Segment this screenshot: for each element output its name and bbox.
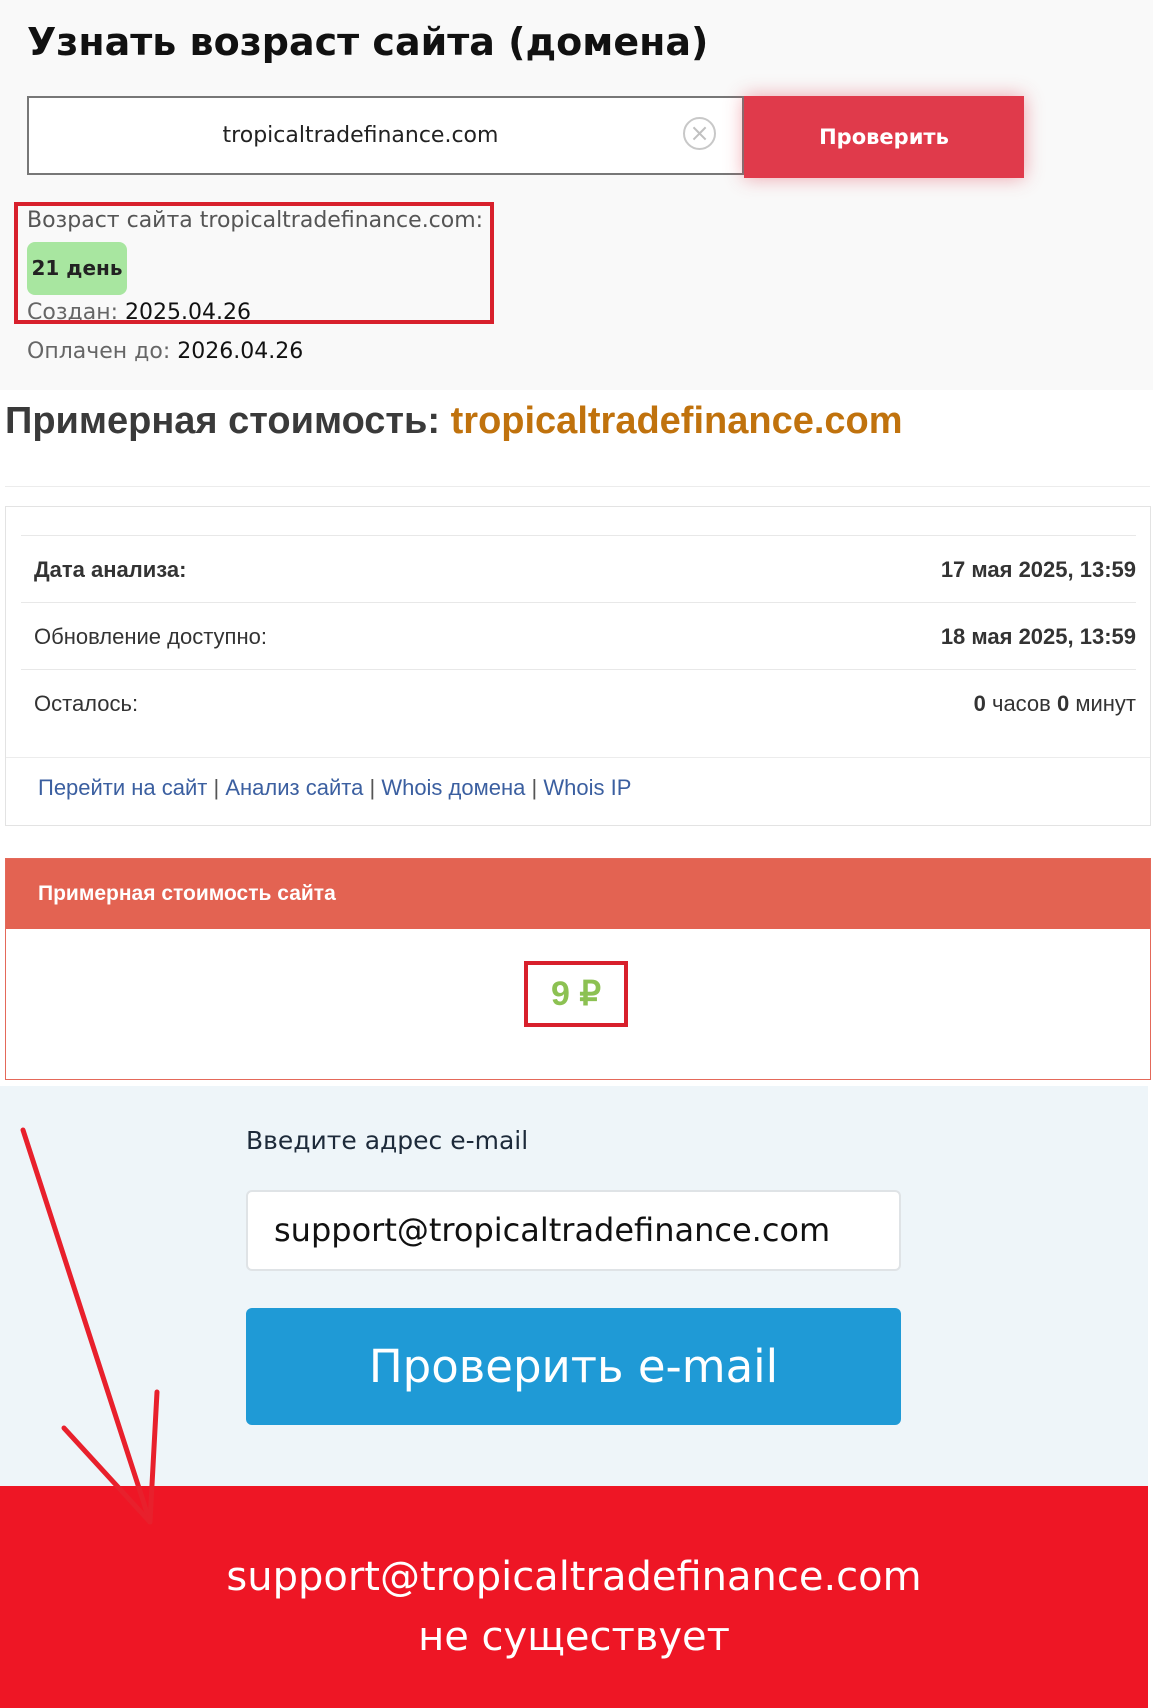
paid-until-value: 2026.04.26 bbox=[177, 339, 304, 364]
update-available-label: Обновление доступно: bbox=[34, 624, 267, 649]
minutes-unit: минут bbox=[1075, 691, 1136, 716]
link-separator: | bbox=[369, 775, 376, 800]
page-title: Узнать возраст сайта (домена) bbox=[27, 20, 709, 64]
analysis-date-label: Дата анализа: bbox=[34, 557, 187, 582]
time-left-row: Осталось: 0 часов 0 минут bbox=[21, 669, 1136, 737]
result-status: не существует bbox=[418, 1614, 730, 1660]
price-card-header: Примерная стоимость сайта bbox=[6, 859, 1150, 929]
time-left-value: 0 часов 0 минут bbox=[974, 670, 1136, 737]
email-check-section: Введите адрес e-mail support@tropicaltra… bbox=[0, 1086, 1148, 1486]
link-separator: | bbox=[213, 775, 220, 800]
analysis-date-value: 17 мая 2025, 13:59 bbox=[940, 557, 1136, 582]
age-highlight-annotation bbox=[14, 202, 494, 324]
check-email-button[interactable]: Проверить e-mail bbox=[246, 1308, 901, 1425]
cost-title: Примерная стоимость: tropicaltradefinanc… bbox=[5, 400, 903, 443]
price-value: 9 ₽ bbox=[524, 961, 628, 1027]
analysis-info-card: Дата анализа: 17 мая 2025, 13:59 Обновле… bbox=[5, 506, 1151, 826]
hours-unit: часов bbox=[991, 691, 1051, 716]
cost-title-prefix: Примерная стоимость: bbox=[5, 400, 441, 442]
divider bbox=[6, 757, 1150, 758]
link-site-analysis[interactable]: Анализ сайта bbox=[225, 775, 363, 800]
paid-until-label: Оплачен до: bbox=[27, 339, 171, 364]
email-field[interactable]: support@tropicaltradefinance.com bbox=[246, 1190, 901, 1271]
link-whois-ip[interactable]: Whois IP bbox=[543, 775, 631, 800]
site-links: Перейти на сайт | Анализ сайта | Whois д… bbox=[38, 775, 631, 801]
domain-age-section: Узнать возраст сайта (домена) tropicaltr… bbox=[0, 0, 1153, 390]
analysis-date-row: Дата анализа: 17 мая 2025, 13:59 bbox=[21, 535, 1136, 603]
update-available-value: 18 мая 2025, 13:59 bbox=[940, 624, 1136, 649]
domain-input[interactable]: tropicaltradefinance.com × bbox=[27, 96, 744, 175]
divider bbox=[5, 486, 1150, 487]
cost-title-domain: tropicaltradefinance.com bbox=[450, 400, 903, 442]
paid-until-row: Оплачен до: 2026.04.26 bbox=[27, 339, 303, 364]
result-email: support@tropicaltradefinance.com bbox=[226, 1554, 922, 1600]
email-field-label: Введите адрес e-mail bbox=[246, 1126, 529, 1155]
email-result-banner: support@tropicaltradefinance.com не суще… bbox=[0, 1486, 1148, 1708]
check-domain-button[interactable]: Проверить bbox=[744, 96, 1024, 178]
hours-value: 0 bbox=[973, 691, 986, 716]
link-separator: | bbox=[531, 775, 538, 800]
minutes-value: 0 bbox=[1056, 691, 1070, 716]
update-available-row: Обновление доступно: 18 мая 2025, 13:59 bbox=[21, 602, 1136, 670]
link-go-to-site[interactable]: Перейти на сайт bbox=[38, 775, 207, 800]
link-whois-domain[interactable]: Whois домена bbox=[381, 775, 525, 800]
domain-input-value[interactable]: tropicaltradefinance.com bbox=[29, 98, 692, 173]
time-left-label: Осталось: bbox=[34, 691, 139, 716]
price-card: Примерная стоимость сайта 9 ₽ bbox=[5, 858, 1151, 1080]
clear-icon[interactable]: × bbox=[683, 117, 716, 150]
